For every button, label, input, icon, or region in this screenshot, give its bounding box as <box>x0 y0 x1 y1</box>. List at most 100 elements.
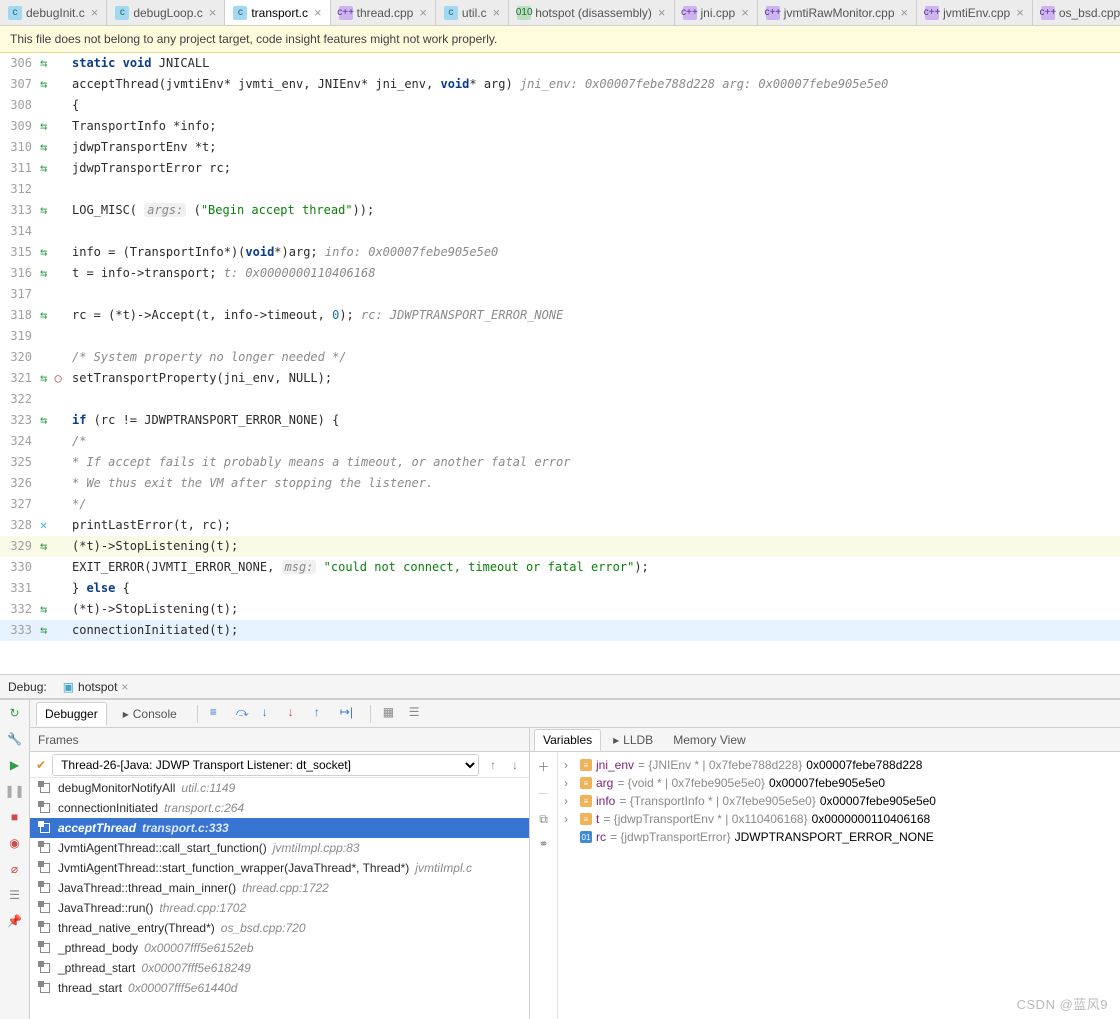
gutter-marker[interactable] <box>36 452 68 473</box>
code-line[interactable]: 332⇆ (*t)->StopListening(t); <box>0 599 1120 620</box>
debug-session-tab[interactable]: ▣ hotspot × <box>57 678 135 696</box>
variable-row[interactable]: ›≡ t = {jdwpTransportEnv * | 0x110406168… <box>564 810 1114 828</box>
run-to-cursor-button[interactable]: ↦| <box>340 705 358 723</box>
editor-tab-util-c[interactable]: cutil.c× <box>436 0 509 25</box>
force-step-into-button[interactable]: ↓ <box>288 705 306 723</box>
gutter-marker[interactable]: ⇆ <box>36 53 68 74</box>
gutter-marker[interactable] <box>36 347 68 368</box>
settings-icon[interactable]: ☰ <box>6 886 24 904</box>
gutter-marker[interactable]: ⇆ <box>36 536 68 557</box>
gutter-marker[interactable] <box>36 494 68 515</box>
stack-frame[interactable]: connectionInitiated transport.c:264 <box>30 798 529 818</box>
close-icon[interactable]: × <box>493 5 501 20</box>
editor-tab-debuginit-c[interactable]: cdebugInit.c× <box>0 0 107 25</box>
close-icon[interactable]: × <box>901 5 909 20</box>
code-line[interactable]: 331 } else { <box>0 578 1120 599</box>
editor-tab-transport-c[interactable]: ctransport.c× <box>225 0 330 25</box>
chevron-right-icon[interactable]: › <box>564 758 576 772</box>
close-icon[interactable]: × <box>91 5 99 20</box>
more-icon[interactable]: ☰ <box>409 705 427 723</box>
editor-tab-thread-cpp[interactable]: c++thread.cpp× <box>331 0 436 25</box>
pin-icon[interactable]: 📌 <box>6 912 24 930</box>
rerun-button[interactable]: ↻ <box>6 704 24 722</box>
variable-row[interactable]: 01 rc = {jdwpTransportError} JDWPTRANSPO… <box>564 828 1114 846</box>
gutter-marker[interactable]: ⇆ <box>36 200 68 221</box>
editor-tab-jvmtienv-cpp[interactable]: c++jvmtiEnv.cpp× <box>917 0 1033 25</box>
add-watch-button[interactable]: ＋ <box>537 758 549 775</box>
gutter-marker[interactable]: ⇆ <box>36 158 68 179</box>
remove-watch-button[interactable]: － <box>537 785 549 802</box>
code-line[interactable]: 320 /* System property no longer needed … <box>0 347 1120 368</box>
stack-frame[interactable]: thread_start 0x00007fff5e61440d <box>30 978 529 998</box>
gutter-marker[interactable] <box>36 326 68 347</box>
tab-memory-view[interactable]: Memory View <box>665 730 753 750</box>
gutter-marker[interactable]: ⇆ <box>36 305 68 326</box>
stack-frame[interactable]: JavaThread::thread_main_inner() thread.c… <box>30 878 529 898</box>
code-line[interactable]: 326 * We thus exit the VM after stopping… <box>0 473 1120 494</box>
step-out-button[interactable]: ↑ <box>314 705 332 723</box>
gutter-marker[interactable] <box>36 221 68 242</box>
code-line[interactable]: 330 EXIT_ERROR(JVMTI_ERROR_NONE, msg: "c… <box>0 557 1120 578</box>
gutter-marker[interactable]: ⇆ <box>36 263 68 284</box>
gutter-marker[interactable] <box>36 473 68 494</box>
stack-frame[interactable]: thread_native_entry(Thread*) os_bsd.cpp:… <box>30 918 529 938</box>
code-line[interactable]: 313⇆ LOG_MISC( args: ("Begin accept thre… <box>0 200 1120 221</box>
evaluate-expression-button[interactable]: ▦ <box>383 705 401 723</box>
code-line[interactable]: 309⇆ TransportInfo *info; <box>0 116 1120 137</box>
next-thread-button[interactable]: ↓ <box>507 758 523 772</box>
gutter-marker[interactable] <box>36 431 68 452</box>
code-line[interactable]: 308{ <box>0 95 1120 116</box>
stack-frame[interactable]: debugMonitorNotifyAll util.c:1149 <box>30 778 529 798</box>
resume-button[interactable]: ▶ <box>6 756 24 774</box>
chevron-right-icon[interactable]: › <box>564 776 576 790</box>
tab-variables[interactable]: Variables <box>534 729 601 751</box>
editor-tab-os-bsd-cpp[interactable]: c++os_bsd.cpp× <box>1033 0 1120 25</box>
stack-frame[interactable]: JvmtiAgentThread::call_start_function() … <box>30 838 529 858</box>
step-into-button[interactable]: ↓ <box>262 705 280 723</box>
code-line[interactable]: 333⇆ connectionInitiated(t); <box>0 620 1120 641</box>
link-icon[interactable]: ⚭ <box>538 837 548 851</box>
stack-frame[interactable]: JvmtiAgentThread::start_function_wrapper… <box>30 858 529 878</box>
close-icon[interactable]: × <box>209 5 217 20</box>
stack-frame-list[interactable]: debugMonitorNotifyAll util.c:1149connect… <box>30 778 529 1019</box>
code-line[interactable]: 325 * If accept fails it probably means … <box>0 452 1120 473</box>
gutter-marker[interactable] <box>36 95 68 116</box>
code-line[interactable]: 312 <box>0 179 1120 200</box>
close-icon[interactable]: × <box>314 5 322 20</box>
variable-row[interactable]: ›≡ jni_env = {JNIEnv * | 0x7febe788d228}… <box>564 756 1114 774</box>
thread-select[interactable]: Thread-26-[Java: JDWP Transport Listener… <box>52 754 479 776</box>
editor-tab-hotspot-disassembly-[interactable]: 010hotspot (disassembly)× <box>509 0 674 25</box>
code-line[interactable]: 322 <box>0 389 1120 410</box>
code-line[interactable]: 327 */ <box>0 494 1120 515</box>
stack-frame[interactable]: JavaThread::run() thread.cpp:1702 <box>30 898 529 918</box>
code-line[interactable]: 306⇆static void JNICALL <box>0 53 1120 74</box>
gutter-marker[interactable]: ⇆ <box>36 242 68 263</box>
pause-button[interactable]: ❚❚ <box>6 782 24 800</box>
gutter-marker[interactable]: ⇆ <box>36 116 68 137</box>
tab-debugger[interactable]: Debugger <box>36 702 107 726</box>
code-line[interactable]: 324 /* <box>0 431 1120 452</box>
code-line[interactable]: 321⇆ ○ setTransportProperty(jni_env, NUL… <box>0 368 1120 389</box>
variable-row[interactable]: ›≡ info = {TransportInfo * | 0x7febe905e… <box>564 792 1114 810</box>
editor-tab-jvmtirawmonitor-cpp[interactable]: c++jvmtiRawMonitor.cpp× <box>758 0 917 25</box>
stack-frame[interactable]: _pthread_start 0x00007fff5e618249 <box>30 958 529 978</box>
editor-tab-jni-cpp[interactable]: c++jni.cpp× <box>675 0 758 25</box>
editor-tab-debugloop-c[interactable]: cdebugLoop.c× <box>107 0 225 25</box>
code-line[interactable]: 315⇆ info = (TransportInfo*)(void*)arg; … <box>0 242 1120 263</box>
code-line[interactable]: 317 <box>0 284 1120 305</box>
close-icon[interactable]: × <box>741 5 749 20</box>
code-line[interactable]: 316⇆ t = info->transport; t: 0x000000011… <box>0 263 1120 284</box>
close-icon[interactable]: × <box>658 5 666 20</box>
stack-frame[interactable]: acceptThread transport.c:333 <box>30 818 529 838</box>
gutter-marker[interactable]: ⇆ ○ <box>36 368 68 389</box>
gutter-marker[interactable]: ⇆ <box>36 137 68 158</box>
gutter-marker[interactable]: ✕ <box>36 515 68 536</box>
tab-lldb[interactable]: ▸LLDB <box>605 730 661 750</box>
close-icon[interactable]: × <box>1016 5 1024 20</box>
code-line[interactable]: 310⇆ jdwpTransportEnv *t; <box>0 137 1120 158</box>
show-execution-point-button[interactable]: ≡ <box>210 705 228 723</box>
variables-tree[interactable]: ›≡ jni_env = {JNIEnv * | 0x7febe788d228}… <box>558 752 1120 1019</box>
prev-thread-button[interactable]: ↑ <box>485 758 501 772</box>
code-line[interactable]: 314 <box>0 221 1120 242</box>
gutter-marker[interactable] <box>36 557 68 578</box>
